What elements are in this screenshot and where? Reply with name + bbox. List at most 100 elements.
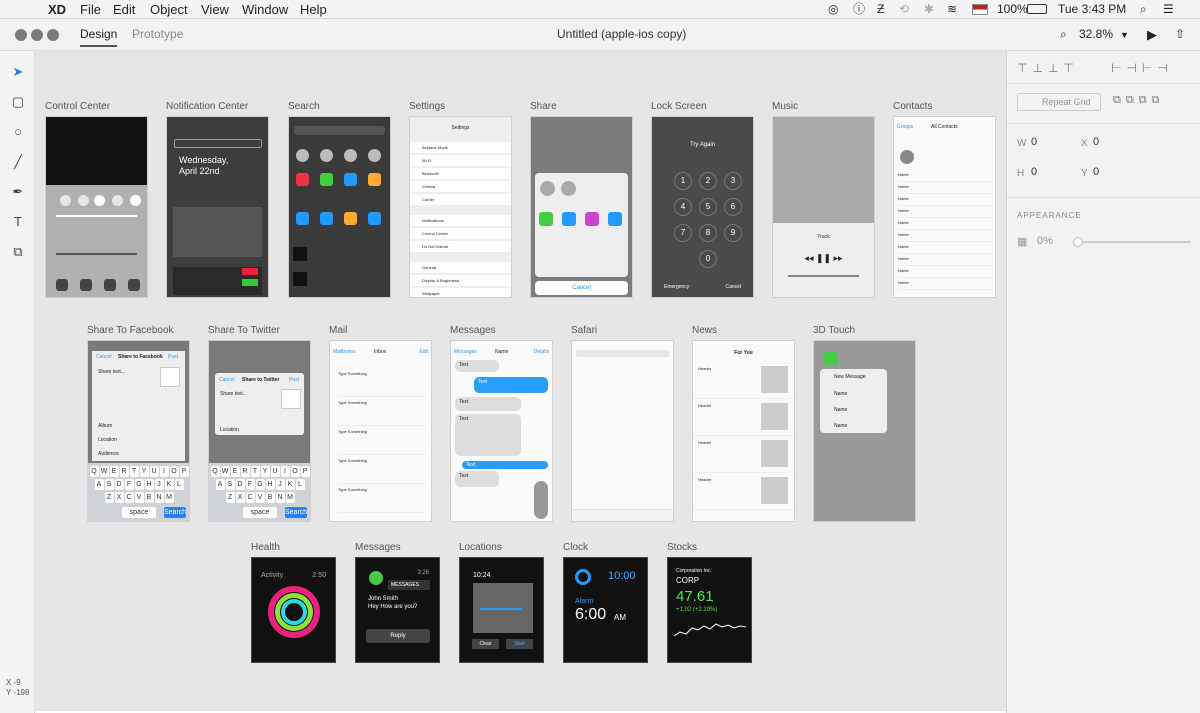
artboard-messages[interactable]: Messages Messages Name Details Text Text… <box>450 325 553 522</box>
contact-row[interactable]: Name <box>898 220 991 230</box>
music-controls[interactable]: ◂◂ ❚❚ ▸▸ <box>773 253 874 264</box>
mail-item[interactable]: Type Something <box>338 429 427 455</box>
mail-back[interactable]: Mailboxes <box>333 349 356 355</box>
search-icon[interactable]: ⌕ <box>1060 27 1067 42</box>
key[interactable]: T <box>129 466 139 477</box>
opacity-slider-handle[interactable] <box>1073 237 1083 247</box>
artboard-health[interactable]: Health Activity 2:50 <box>251 542 336 663</box>
key[interactable]: Z <box>225 492 235 503</box>
zoom-level[interactable]: 32.8% <box>1079 27 1113 41</box>
tab-prototype[interactable]: Prototype <box>132 27 183 41</box>
key[interactable]: P <box>179 466 189 477</box>
key[interactable]: X <box>114 492 124 503</box>
key[interactable]: H <box>144 479 154 490</box>
contact-row[interactable]: Name <box>898 232 991 242</box>
fb-cancel[interactable]: Cancel <box>96 354 112 360</box>
artboard-watch-messages[interactable]: Messages MESSAGES 3:26 John Smith Hey Ho… <box>355 542 440 663</box>
menu-file[interactable]: File <box>80 1 101 18</box>
key[interactable]: V <box>134 492 144 503</box>
rectangle-tool-icon[interactable]: ▢ <box>9 93 27 111</box>
key[interactable]: I <box>280 466 290 477</box>
artboard-safari[interactable]: Safari <box>571 325 674 522</box>
key[interactable]: N <box>275 492 285 503</box>
keypad-key[interactable]: 7 <box>674 224 692 242</box>
msg-details[interactable]: Details <box>534 349 549 355</box>
fb-share-text[interactable]: Share text... <box>98 369 125 375</box>
keypad-key[interactable]: 5 <box>699 198 717 216</box>
news-item[interactable]: Header <box>693 437 794 473</box>
wifi-icon[interactable]: ≋ <box>947 1 957 18</box>
key[interactable]: R <box>119 466 129 477</box>
settings-row[interactable]: Wallpaper <box>410 288 511 297</box>
tw-share-text[interactable]: Share text... <box>220 391 247 397</box>
key[interactable]: W <box>220 466 230 477</box>
key[interactable]: J <box>275 479 285 490</box>
key[interactable]: F <box>124 479 134 490</box>
keypad-key[interactable]: 9 <box>724 224 742 242</box>
menu-edit[interactable]: Edit <box>113 1 135 18</box>
contact-row[interactable]: Name <box>898 268 991 278</box>
location-clear-button[interactable]: Clear <box>472 639 499 649</box>
key[interactable]: S <box>225 479 235 490</box>
key[interactable]: Y <box>260 466 270 477</box>
key[interactable]: Q <box>89 466 99 477</box>
key[interactable]: L <box>174 479 184 490</box>
artboard-lock-screen[interactable]: Lock Screen Try Again 123 456 7890 Emergen… <box>651 101 754 298</box>
key[interactable]: B <box>144 492 154 503</box>
text-tool-icon[interactable]: T <box>9 213 27 231</box>
space-key[interactable]: space <box>243 507 277 518</box>
touch-contact[interactable]: Name <box>834 407 847 413</box>
touch-new-message[interactable]: New Message <box>834 374 866 380</box>
keypad-key[interactable]: 0 <box>699 250 717 268</box>
key[interactable]: T <box>250 466 260 477</box>
key[interactable]: A <box>94 479 104 490</box>
zotero-icon[interactable]: Ƶ <box>877 1 884 18</box>
mail-item[interactable]: Type Something <box>338 458 427 484</box>
contact-row[interactable]: Name <box>898 208 991 218</box>
share-icon[interactable]: ⇧ <box>1175 27 1185 41</box>
key[interactable]: D <box>114 479 124 490</box>
battery-icon[interactable] <box>1027 4 1047 14</box>
key[interactable]: L <box>295 479 305 490</box>
contact-row[interactable]: Name <box>898 172 991 182</box>
artboard-share-to-twitter[interactable]: Share To Twitter Cancel Share to Twitter… <box>208 325 311 522</box>
artboard-settings[interactable]: Settings Settings Airplane Mode Wi-Fi Blue… <box>409 101 512 298</box>
key[interactable]: Y <box>139 466 149 477</box>
key[interactable]: U <box>149 466 159 477</box>
artboard-share[interactable]: Share Cancel <box>530 101 633 298</box>
news-item[interactable]: Header <box>693 474 794 510</box>
artboard-news[interactable]: News For You Header Header Header Header <box>692 325 795 522</box>
artboard-clock[interactable]: Clock 10:00 Alarm 6:00 AM <box>563 542 648 663</box>
creative-cloud-icon[interactable]: ◎ <box>828 1 838 18</box>
tw-post[interactable]: Post <box>289 377 299 383</box>
zoom-chevron-down-icon[interactable]: ▼ <box>1120 30 1129 40</box>
settings-row[interactable]: Wi-Fi <box>410 155 511 166</box>
key[interactable]: D <box>235 479 245 490</box>
settings-row[interactable]: Airplane Mode <box>410 142 511 153</box>
artboard-notification-center[interactable]: Notification Center Wednesday, April 22n… <box>166 101 269 298</box>
key[interactable]: V <box>255 492 265 503</box>
height-input[interactable]: 0 <box>1031 166 1037 178</box>
key[interactable]: O <box>290 466 300 477</box>
key[interactable]: U <box>270 466 280 477</box>
search-key[interactable]: Search <box>164 507 186 518</box>
menu-help[interactable]: Help <box>300 1 327 18</box>
canvas[interactable]: Control Center Notification Center Wedne… <box>35 51 1006 711</box>
key[interactable]: G <box>255 479 265 490</box>
tw-location[interactable]: Location <box>220 427 239 433</box>
touch-contact[interactable]: Name <box>834 423 847 429</box>
news-item[interactable]: Header <box>693 400 794 436</box>
key[interactable]: K <box>285 479 295 490</box>
fb-album[interactable]: Album <box>98 423 112 429</box>
search-key[interactable]: Search <box>285 507 307 518</box>
keyboard[interactable]: Q W E R T Y U I O P A S D F G H J K L Z X C V B N Mspace Search <box>88 463 189 521</box>
app-menu[interactable]: XD <box>48 1 66 18</box>
zoom-window-button[interactable] <box>47 29 59 41</box>
play-preview-icon[interactable]: ▶ <box>1147 27 1157 43</box>
mail-edit[interactable]: Edit <box>419 349 428 355</box>
watch-reply-button[interactable]: Reply <box>366 629 430 643</box>
key[interactable]: W <box>99 466 109 477</box>
menu-object[interactable]: Object <box>150 1 188 18</box>
x-input[interactable]: 0 <box>1093 136 1099 148</box>
ellipse-tool-icon[interactable]: ○ <box>9 123 27 141</box>
